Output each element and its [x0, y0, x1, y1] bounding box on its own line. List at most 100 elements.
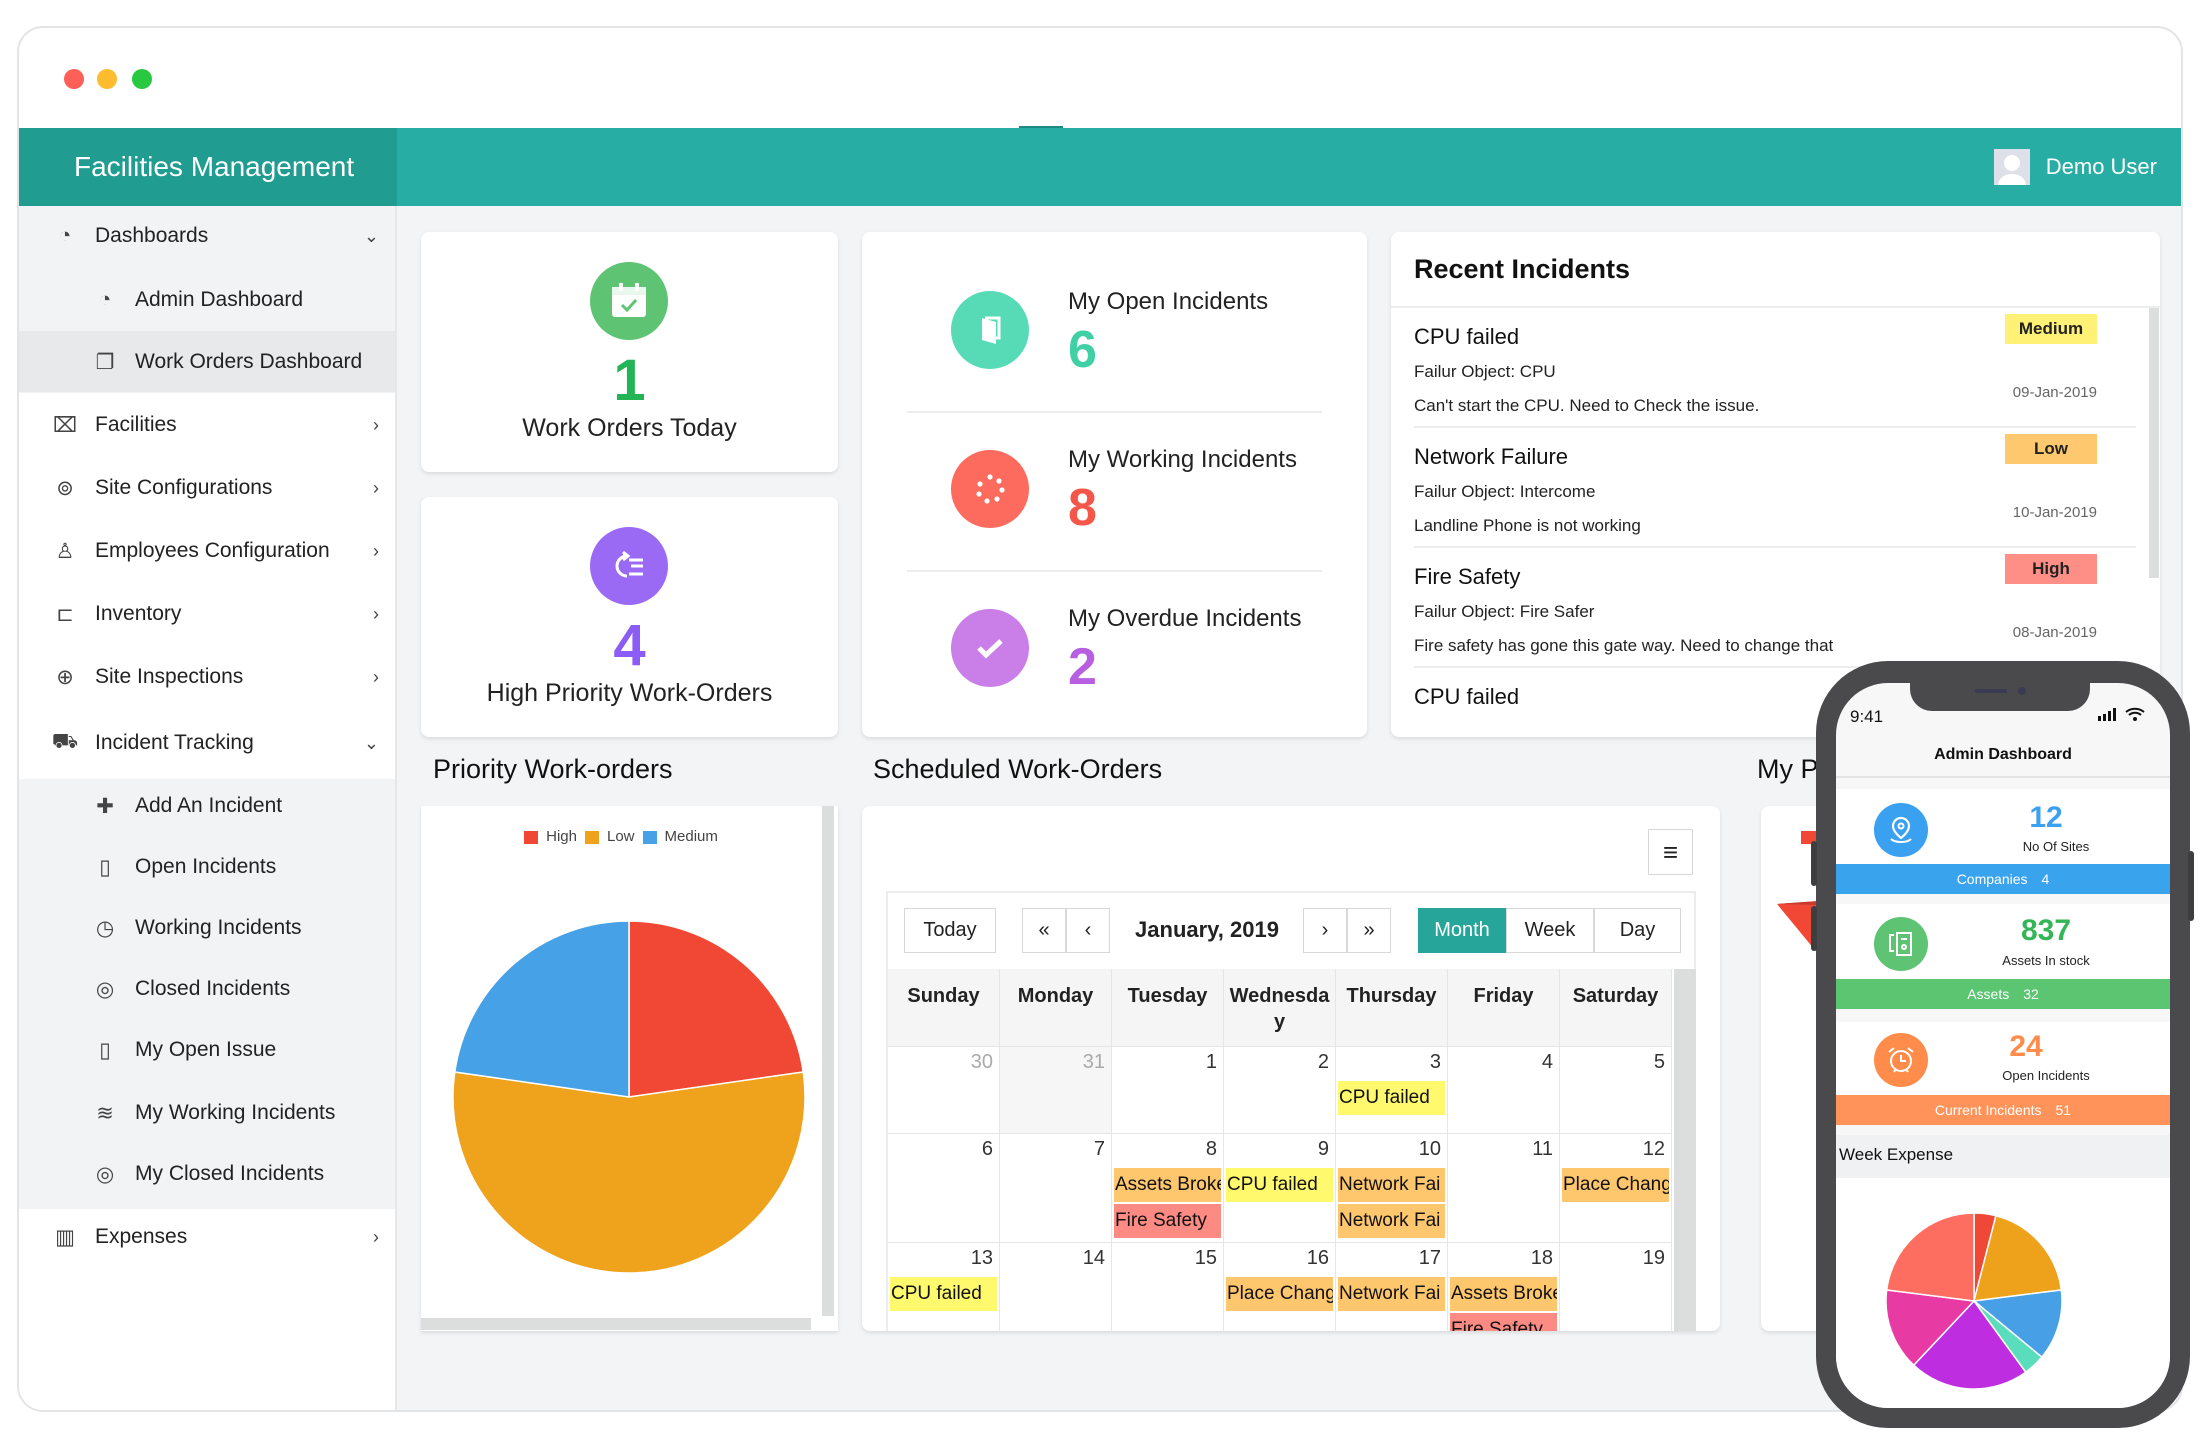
- calendar-day[interactable]: 12 Place Chang: [1560, 1134, 1672, 1243]
- priority-pie-slice-low[interactable]: [452, 1071, 806, 1274]
- calendar-event[interactable]: Place Chang: [1226, 1277, 1333, 1311]
- calendar-day[interactable]: 1: [1112, 1047, 1224, 1134]
- calendar-event[interactable]: Place Chang: [1562, 1168, 1669, 1202]
- chevron-right-icon[interactable]: ›: [373, 604, 379, 625]
- next-year-button[interactable]: »: [1347, 908, 1391, 953]
- calendar-event[interactable]: CPU failed: [890, 1277, 997, 1311]
- calendar-event[interactable]: Assets Broke: [1114, 1168, 1221, 1202]
- maximize-window-button[interactable]: [132, 69, 152, 89]
- calendar-day[interactable]: 9 CPU failed: [1224, 1134, 1336, 1243]
- horizontal-scrollbar[interactable]: [421, 1318, 811, 1330]
- my-overdue-incidents-value[interactable]: 2: [1068, 637, 1097, 697]
- calendar-day[interactable]: 15: [1112, 1243, 1224, 1331]
- chevron-right-icon[interactable]: ›: [373, 415, 379, 436]
- calendar-day[interactable]: 17 Network Fai: [1336, 1243, 1448, 1331]
- chevron-right-icon[interactable]: ›: [373, 667, 379, 688]
- today-button[interactable]: Today: [904, 908, 996, 953]
- work-orders-today-card[interactable]: 1 Work Orders Today: [421, 232, 838, 472]
- my-working-incidents-value[interactable]: 8: [1068, 478, 1097, 538]
- sidebar-item-work-orders-dashboard[interactable]: ❐ Work Orders Dashboard: [19, 332, 395, 392]
- assets-card[interactable]: 837 Assets In stock: [1836, 904, 2170, 981]
- priority-pie-slice-medium[interactable]: [453, 920, 630, 1098]
- chevron-right-icon[interactable]: ›: [373, 541, 379, 562]
- calendar-event[interactable]: Network Fai: [1338, 1204, 1445, 1238]
- sidebar-item-my-working-incidents[interactable]: ≋ My Working Incidents: [19, 1083, 395, 1143]
- calendar-day[interactable]: 5: [1560, 1047, 1672, 1134]
- assets-icon: [1874, 917, 1928, 971]
- my-open-incidents-value[interactable]: 6: [1068, 320, 1097, 380]
- calendar-day[interactable]: 16 Place Chang: [1224, 1243, 1336, 1331]
- calendar-event[interactable]: Fire Safety: [1450, 1313, 1557, 1331]
- calendar-day[interactable]: 14: [1000, 1243, 1112, 1331]
- chevron-down-icon[interactable]: ⌄: [364, 226, 379, 247]
- incident-title[interactable]: Network Failure: [1414, 444, 1568, 470]
- calendar-event[interactable]: CPU failed: [1226, 1168, 1333, 1202]
- sidebar-item-open-incidents[interactable]: ▯ Open Incidents: [19, 837, 395, 897]
- calendar-scrollbar[interactable]: [1674, 969, 1696, 1331]
- calendar-event[interactable]: Assets Broke: [1450, 1277, 1557, 1311]
- vertical-scrollbar[interactable]: [822, 806, 834, 1316]
- calendar-day[interactable]: 31: [1000, 1047, 1112, 1134]
- incident-description: Fire safety has gone this gate way. Need…: [1414, 636, 1834, 655]
- next-month-button[interactable]: ›: [1303, 908, 1347, 953]
- assets-bar[interactable]: Assets 32: [1836, 979, 2170, 1009]
- calendar-day[interactable]: 18 Assets Broke Fire Safety: [1448, 1243, 1560, 1331]
- incident-title[interactable]: CPU failed: [1414, 324, 1519, 350]
- companies-bar[interactable]: Companies 4: [1836, 864, 2170, 894]
- view-month-button[interactable]: Month: [1418, 908, 1506, 953]
- incident-title[interactable]: CPU failed: [1414, 684, 1519, 710]
- sidebar-item-incident-tracking[interactable]: ⛟ Incident Tracking ⌄: [19, 713, 395, 773]
- sidebar-item-site-inspections[interactable]: ⊕ Site Inspections ›: [19, 647, 395, 707]
- calendar-day[interactable]: 10 Network Fai Network Fai: [1336, 1134, 1448, 1243]
- priority-pie-slice-high[interactable]: [628, 920, 805, 1098]
- sidebar-item-closed-incidents[interactable]: ◎ Closed Incidents: [19, 959, 395, 1019]
- eye-ring-icon: ◎: [95, 1162, 115, 1186]
- incident-title[interactable]: Fire Safety: [1414, 564, 1520, 590]
- calendar-event[interactable]: Network Fai: [1338, 1277, 1445, 1311]
- calendar-day[interactable]: 3 CPU failed: [1336, 1047, 1448, 1134]
- sidebar-item-add-an-incident[interactable]: ✚ Add An Incident: [19, 776, 395, 836]
- calendar-day[interactable]: 7: [1000, 1134, 1112, 1243]
- current-incidents-bar[interactable]: Current Incidents 51: [1836, 1095, 2170, 1125]
- sidebar-item-facilities[interactable]: ⌧ Facilities ›: [19, 395, 395, 455]
- expense-pie-slice[interactable]: [1885, 1212, 1975, 1302]
- close-window-button[interactable]: [64, 69, 84, 89]
- calendar-day[interactable]: 2: [1224, 1047, 1336, 1134]
- calendar-day[interactable]: 30: [888, 1047, 1000, 1134]
- incidents-card[interactable]: 24 Open Incidents: [1836, 1022, 2170, 1097]
- user-menu[interactable]: Demo User: [1993, 149, 2157, 185]
- sidebar-item-working-incidents[interactable]: ◷ Working Incidents: [19, 898, 395, 958]
- sidebar-item-my-open-issue[interactable]: ▯ My Open Issue: [19, 1020, 395, 1080]
- high-priority-card[interactable]: 4 High Priority Work-Orders: [421, 497, 838, 737]
- view-week-button[interactable]: Week: [1506, 908, 1594, 953]
- sidebar-item-employees-configuration[interactable]: ♙ Employees Configuration ›: [19, 521, 395, 581]
- sidebar-item-my-closed-incidents[interactable]: ◎ My Closed Incidents: [19, 1144, 395, 1204]
- sites-card[interactable]: 12 No Of Sites: [1836, 789, 2170, 866]
- view-day-button[interactable]: Day: [1594, 908, 1681, 953]
- calendar-day[interactable]: 13 CPU failed: [888, 1243, 1000, 1331]
- hamburger-icon[interactable]: ≡: [1648, 829, 1693, 875]
- calendar-day[interactable]: 4: [1448, 1047, 1560, 1134]
- calendar-event[interactable]: Fire Safety: [1114, 1204, 1221, 1238]
- app-title[interactable]: Facilities Management: [19, 128, 397, 206]
- prev-month-button[interactable]: ‹: [1066, 908, 1110, 953]
- sidebar-item-dashboards[interactable]: ◔ Dashboards ⌄: [19, 206, 395, 266]
- calendar-day[interactable]: 19: [1560, 1243, 1672, 1331]
- speedometer-icon: ◔: [58, 224, 72, 247]
- chevron-right-icon[interactable]: ›: [373, 1227, 379, 1248]
- sidebar-item-admin-dashboard[interactable]: ◔ Admin Dashboard: [19, 270, 395, 330]
- calendar-day[interactable]: 11: [1448, 1134, 1560, 1243]
- scrollbar[interactable]: [2149, 308, 2159, 578]
- sidebar-item-expenses[interactable]: ▥ Expenses ›: [19, 1207, 395, 1267]
- calendar-event[interactable]: Network Fai: [1338, 1168, 1445, 1202]
- sidebar-item-inventory[interactable]: ⊏ Inventory ›: [19, 584, 395, 644]
- sidebar-item-label: Facilities: [95, 413, 177, 436]
- chevron-down-icon[interactable]: ⌄: [364, 733, 379, 754]
- prev-year-button[interactable]: «: [1022, 908, 1066, 953]
- sidebar-item-site-configurations[interactable]: ⊚ Site Configurations ›: [19, 458, 395, 518]
- calendar-day[interactable]: 6: [888, 1134, 1000, 1243]
- calendar-event[interactable]: CPU failed: [1338, 1081, 1445, 1115]
- calendar-day[interactable]: 8 Assets Broke Fire Safety: [1112, 1134, 1224, 1243]
- minimize-window-button[interactable]: [97, 69, 117, 89]
- chevron-right-icon[interactable]: ›: [373, 478, 379, 499]
